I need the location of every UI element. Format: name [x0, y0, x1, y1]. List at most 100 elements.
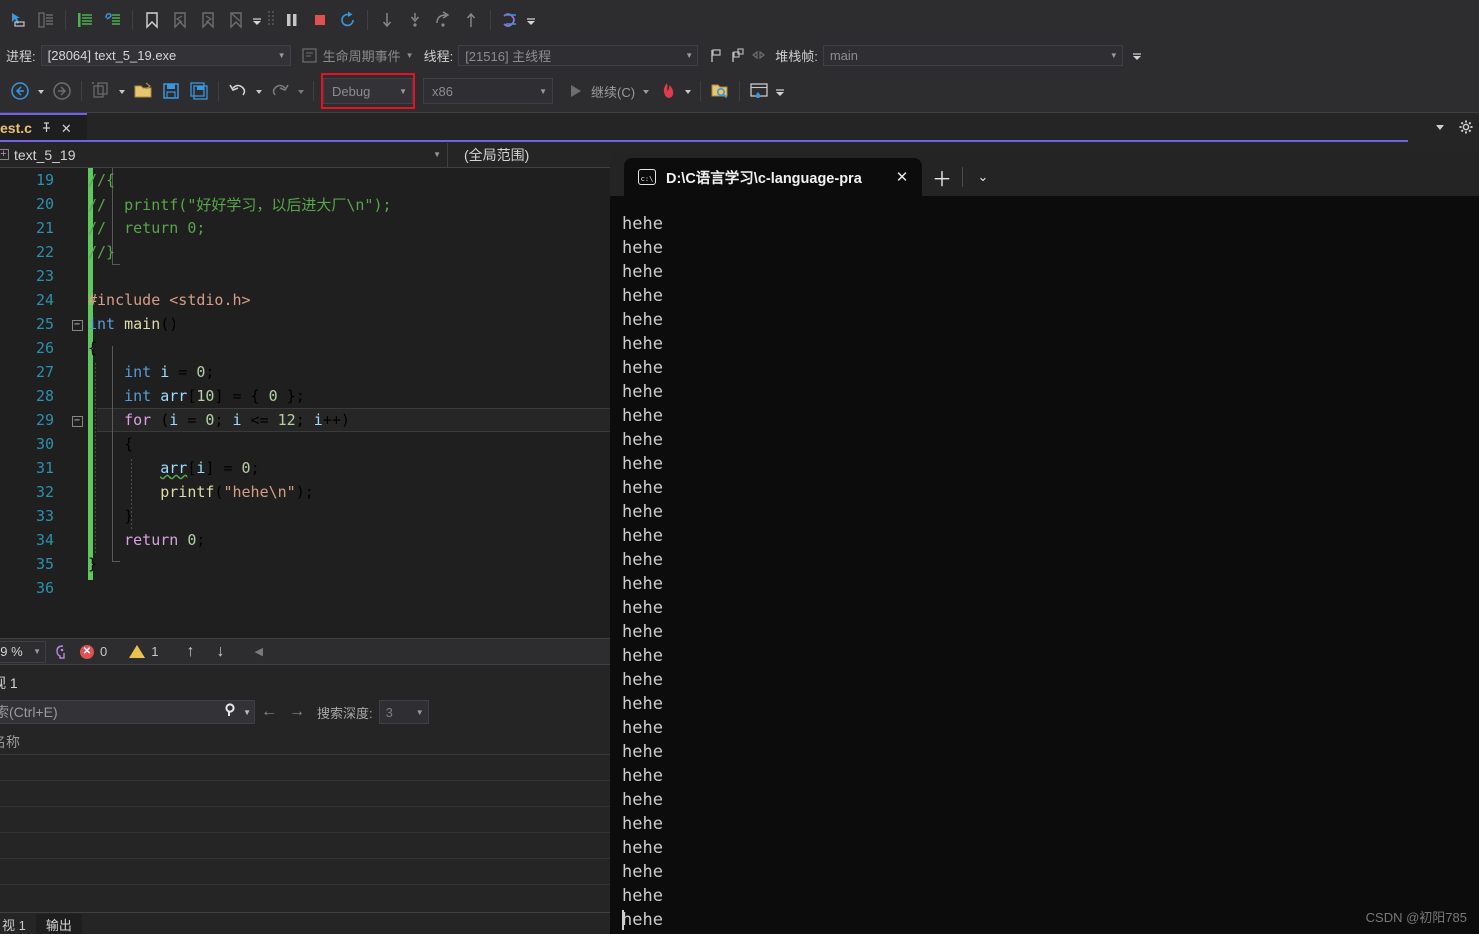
editor-tab-active[interactable]: est.c ✕ — [0, 113, 87, 141]
code-line[interactable]: 24 #include <stdio.h> — [0, 288, 1479, 312]
indent-guide — [131, 507, 132, 531]
comment-block-bracket-foot — [112, 264, 120, 265]
threads-icon[interactable] — [496, 6, 524, 34]
indent-guide — [95, 387, 96, 411]
code-line[interactable]: 26 { — [0, 336, 1479, 360]
step-into-specific-icon[interactable] — [4, 6, 32, 34]
restart-icon[interactable] — [334, 6, 362, 34]
stackframe-label: 堆栈帧: — [775, 48, 818, 64]
next-issue-icon[interactable]: ↓ — [216, 643, 224, 661]
search-depth-combo[interactable]: 3 ▼ — [378, 700, 429, 724]
undo-dropdown-icon[interactable] — [252, 77, 266, 105]
toolbar-overflow-icon[interactable] — [773, 77, 787, 105]
watch-row[interactable] — [0, 859, 610, 885]
pin-icon[interactable] — [40, 121, 53, 136]
toolbar-separator — [81, 81, 82, 101]
code-line[interactable]: 31 arr[i] = 0; — [0, 456, 1479, 483]
code-line[interactable]: 33 } — [0, 504, 1479, 531]
indent-guide — [95, 483, 96, 507]
insert-breakpoint-icon[interactable] — [71, 6, 99, 34]
code-text: { — [88, 339, 98, 357]
toolbar-overflow-icon[interactable] — [1131, 48, 1143, 62]
code-line[interactable]: 25 − int main() — [0, 312, 1479, 336]
zoom-level-combo[interactable]: 19 % ▼ — [0, 640, 46, 663]
line-number: 24 — [35, 291, 54, 309]
code-line[interactable]: 19 //{ — [0, 168, 1479, 192]
search-icon[interactable] — [223, 702, 240, 722]
code-line[interactable]: 21 // return 0; — [0, 216, 1479, 240]
solution-configuration-combo[interactable]: Debug ▼ — [323, 78, 413, 104]
code-text: //{ — [88, 171, 116, 189]
chevron-down-icon[interactable]: ▼ — [243, 708, 251, 717]
process-combo[interactable]: [28064] text_5_19.exe ▼ — [40, 44, 291, 66]
code-line[interactable]: 28 int arr[10] = { 0 }; — [0, 384, 1479, 411]
project-scope-combo[interactable]: + text_5_19 ▼ — [0, 142, 448, 167]
code-line[interactable]: 34 return 0; — [0, 528, 1479, 555]
tab-list-dropdown-icon[interactable] — [1427, 113, 1453, 141]
watch-row[interactable] — [0, 833, 610, 859]
outlining-glyph[interactable]: − — [66, 413, 88, 427]
new-project-dropdown-icon[interactable] — [115, 77, 129, 105]
chevron-down-icon[interactable]: ▼ — [406, 51, 414, 60]
thread-combo[interactable]: [21516] 主线程 ▼ — [458, 44, 699, 66]
save-all-icon[interactable] — [185, 77, 213, 105]
collapse-left-icon[interactable]: ◀ — [254, 645, 262, 658]
search-depth-label: 搜索深度: — [317, 705, 373, 721]
undo-icon[interactable] — [224, 77, 252, 105]
lifecycle-events-icon[interactable] — [301, 47, 318, 64]
stop-debugging-icon[interactable] — [306, 6, 334, 34]
navigate-backward-icon[interactable] — [6, 77, 34, 105]
code-line[interactable]: 27 int i = 0; — [0, 360, 1479, 387]
code-line[interactable]: 22 //} — [0, 240, 1479, 264]
outlining-glyph[interactable]: − — [66, 317, 88, 331]
flag-icon[interactable] — [708, 47, 725, 64]
stackframe-combo[interactable]: main ▼ — [822, 44, 1123, 66]
bookmark-overflow-icon[interactable] — [250, 6, 264, 34]
code-text: int main() — [88, 315, 179, 333]
toolbar-overflow-icon[interactable] — [524, 6, 538, 34]
live-share-icon[interactable] — [745, 77, 773, 105]
flag-group-icon[interactable] — [729, 47, 746, 64]
code-line[interactable]: 29 − for (i = 0; i <= 12; i++) — [0, 408, 1479, 435]
collapse-icon[interactable]: − — [71, 415, 83, 427]
solution-platform-combo[interactable]: x86 ▼ — [423, 78, 553, 104]
hot-reload-icon[interactable] — [653, 77, 681, 105]
search-next-icon[interactable]: → — [289, 703, 305, 721]
collapse-icon[interactable]: − — [71, 319, 83, 331]
terminal-line: hehe — [622, 694, 663, 714]
code-line[interactable]: 32 printf("hehe\n"); — [0, 480, 1479, 507]
redo-dropdown-icon[interactable] — [294, 77, 308, 105]
line-number: 30 — [35, 435, 54, 453]
intellisense-icon[interactable] — [52, 643, 70, 661]
code-line[interactable]: 30 { — [0, 432, 1479, 459]
navigate-backward-dropdown-icon[interactable] — [34, 77, 48, 105]
member-scope-combo[interactable]: (全局范围) — [448, 145, 529, 165]
hot-reload-dropdown-icon[interactable] — [681, 77, 695, 105]
lifecycle-events-label[interactable]: 生命周期事件 — [323, 46, 401, 65]
bottom-tab[interactable]: 输出 — [35, 914, 82, 934]
previous-issue-icon[interactable]: ↑ — [186, 643, 194, 661]
continue-play-icon[interactable] — [561, 77, 589, 105]
insert-tracepoint-icon[interactable] — [99, 6, 127, 34]
code-line[interactable]: 20 // printf("好好学习，以后进大厂\n"); — [0, 192, 1479, 216]
bookmark-icon[interactable] — [138, 6, 166, 34]
watch-row[interactable] — [0, 755, 610, 781]
gear-icon[interactable] — [1453, 113, 1479, 141]
break-all-icon[interactable] — [278, 6, 306, 34]
terminal-line: hehe — [622, 574, 663, 594]
open-file-icon[interactable] — [129, 77, 157, 105]
code-text: printf("hehe\n"); — [88, 483, 1479, 507]
watch-row[interactable] — [0, 807, 610, 833]
code-line[interactable]: 35} — [0, 552, 1479, 576]
continue-dropdown-icon[interactable] — [639, 77, 653, 105]
watch-search-input[interactable]: 索(Ctrl+E) ▼ — [0, 700, 255, 724]
watch-rows-container[interactable] — [0, 755, 610, 885]
bottom-tab[interactable]: 视 1 — [0, 914, 36, 934]
search-previous-icon[interactable]: ← — [261, 703, 277, 721]
close-icon[interactable]: ✕ — [61, 122, 72, 135]
save-icon[interactable] — [157, 77, 185, 105]
watch-row[interactable] — [0, 781, 610, 807]
step-into-icon — [373, 6, 401, 34]
continue-label[interactable]: 继续(C) — [591, 82, 635, 101]
search-folder-icon[interactable] — [706, 77, 734, 105]
